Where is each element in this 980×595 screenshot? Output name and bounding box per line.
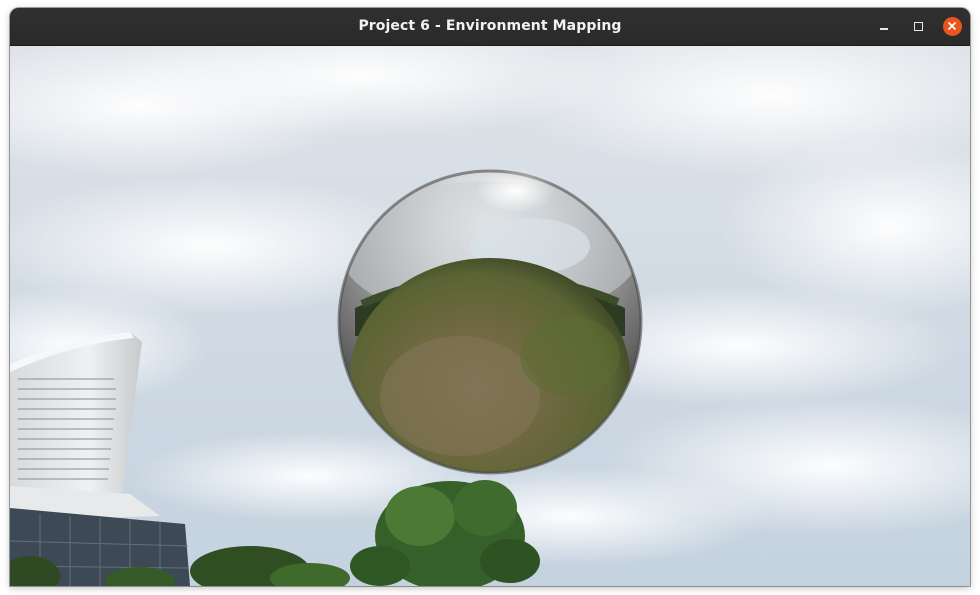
window-title: Project 6 - Environment Mapping xyxy=(358,18,622,34)
close-button[interactable] xyxy=(942,16,962,36)
minimize-button[interactable] xyxy=(874,16,894,36)
render-viewport[interactable] xyxy=(10,46,970,586)
app-window: Project 6 - Environment Mapping xyxy=(10,8,970,586)
scene-canvas xyxy=(10,46,970,586)
title-bar[interactable]: Project 6 - Environment Mapping xyxy=(10,8,970,46)
minimize-icon xyxy=(880,28,888,30)
maximize-button[interactable] xyxy=(908,16,928,36)
maximize-icon xyxy=(913,21,923,31)
close-icon xyxy=(942,16,962,36)
